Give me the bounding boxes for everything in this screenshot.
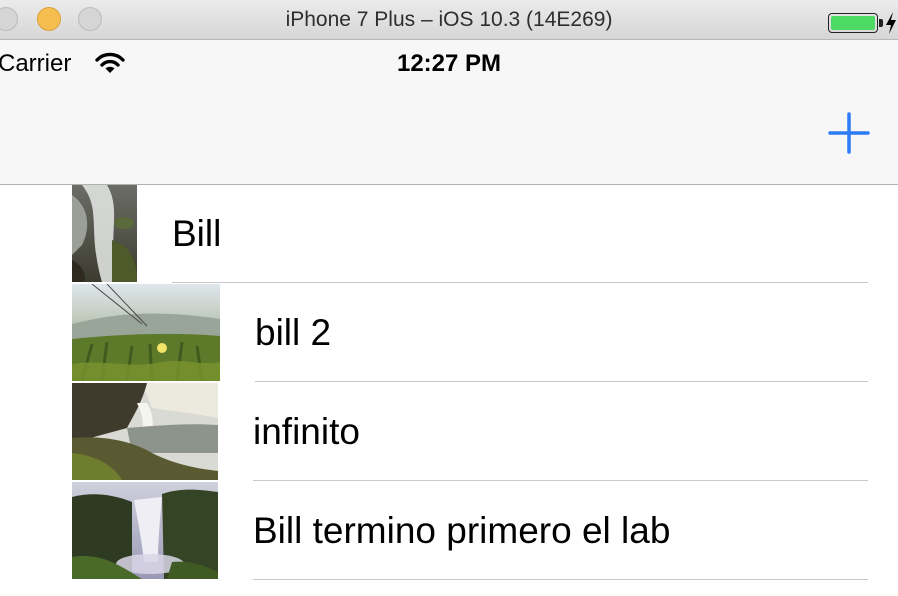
battery-icon	[828, 13, 878, 33]
row-title: infinito	[253, 411, 360, 452]
battery-tip	[879, 19, 883, 27]
table-row[interactable]: Bill termino primero el lab	[0, 482, 898, 581]
row-thumbnail-image	[72, 284, 220, 381]
navigation-bar	[0, 86, 898, 185]
status-time: 12:27 PM	[396, 50, 502, 77]
plus-icon	[828, 112, 870, 154]
status-bar: Carrier 12:27 PM	[0, 40, 898, 86]
add-button[interactable]	[826, 110, 872, 156]
row-thumbnail-image	[72, 383, 218, 480]
row-title: bill 2	[255, 312, 332, 353]
row-title: Bill	[172, 213, 222, 254]
table-row[interactable]: infinito	[0, 383, 898, 482]
simulator-title-bar: iPhone 7 Plus – iOS 10.3 (14E269)	[0, 0, 898, 40]
window-title: iPhone 7 Plus – iOS 10.3 (14E269)	[285, 8, 613, 31]
table-row[interactable]: Bill	[0, 185, 898, 284]
row-separator	[253, 579, 868, 580]
row-title: Bill termino primero el lab	[253, 510, 671, 551]
row-separator	[255, 381, 868, 382]
row-thumbnail-image	[72, 482, 218, 579]
row-separator	[253, 480, 868, 481]
table-row[interactable]: bill 2	[0, 284, 898, 383]
row-thumbnail-image	[72, 185, 137, 282]
charging-bolt-icon	[886, 12, 896, 34]
row-separator	[172, 282, 868, 283]
battery-level	[831, 16, 875, 30]
